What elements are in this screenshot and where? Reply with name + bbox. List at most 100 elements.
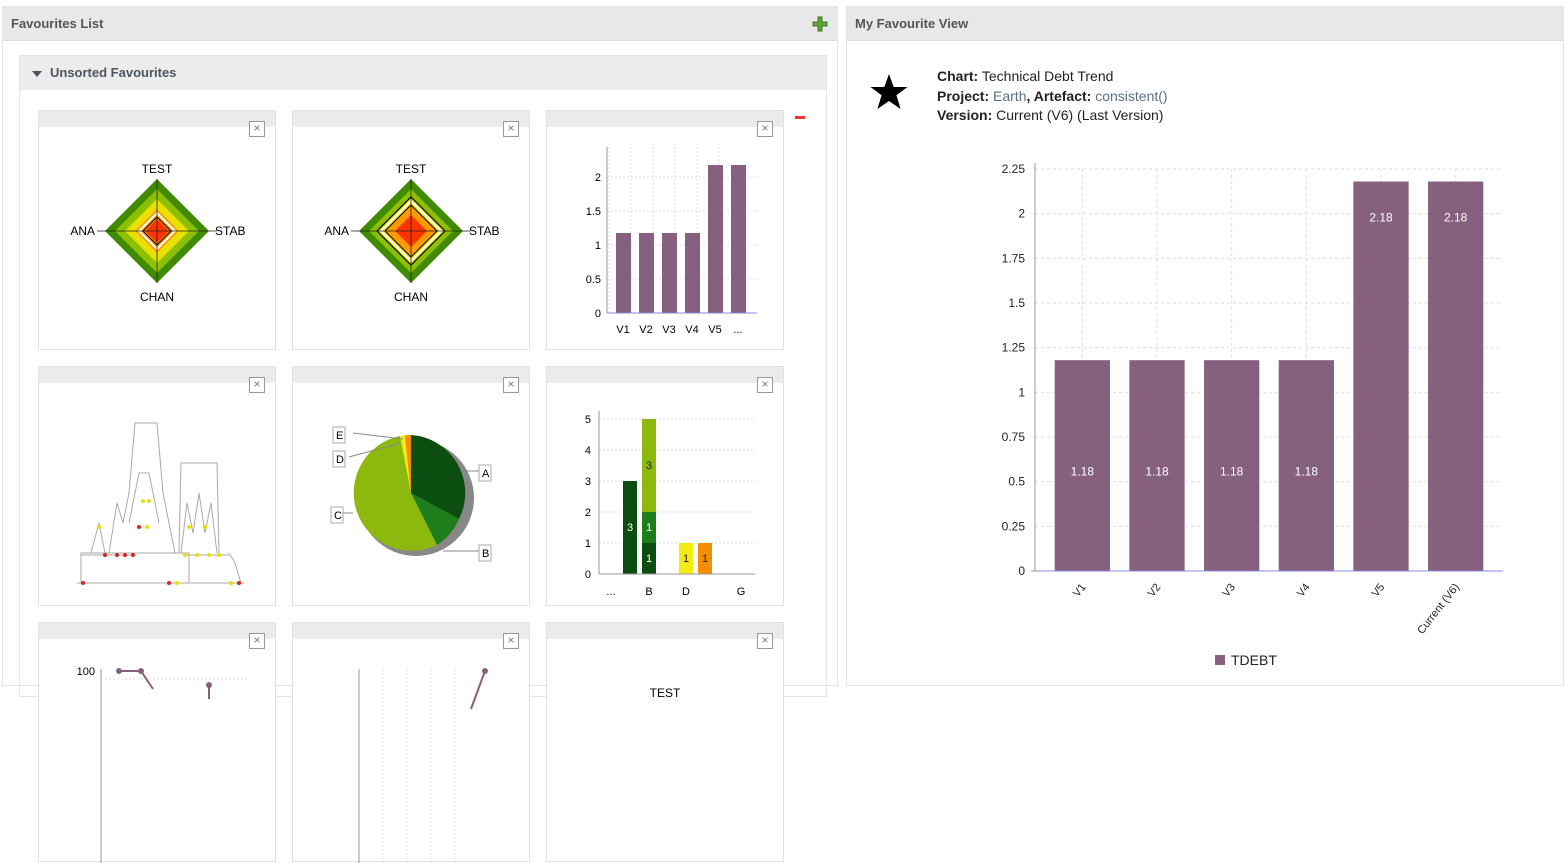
stacked-xtick: D <box>682 586 690 598</box>
mini-ytick: 2 <box>595 172 601 184</box>
bar-value-label: 2.18 <box>1369 211 1393 225</box>
version-value: Current (V6) (Last Version) <box>996 107 1164 123</box>
x-tick-label: V2 <box>1146 581 1164 599</box>
card-title-bar <box>547 111 783 127</box>
favourites-panel: Favourites List Unsorted Favourites × TE… <box>2 6 838 863</box>
y-tick-label: 1.25 <box>1002 341 1026 355</box>
stacked-bar-chart: 3 3 1 1 1 1 0 1 2 3 4 5 ... B D G <box>585 411 755 598</box>
y-tick-label: 1 <box>1018 385 1025 399</box>
favourite-card-stacked-bar[interactable]: × 3 3 1 1 1 1 0 1 2 3 4 5 ... B D G <box>546 366 784 606</box>
stacked-value: 1 <box>646 522 652 534</box>
y-tick-label: 1.5 <box>1008 296 1025 310</box>
mini-xtick: V2 <box>639 324 652 336</box>
remove-icon[interactable] <box>795 116 805 119</box>
mini-ytick: 1 <box>595 240 601 252</box>
mini-ytick: 1.5 <box>586 206 601 218</box>
stacked-xtick: ... <box>606 586 615 598</box>
legend-label: TDEBT <box>1231 652 1277 668</box>
kiviat-label-test: TEST <box>650 686 681 700</box>
stacked-ytick: 3 <box>585 476 591 488</box>
favourites-title: Favourites List <box>11 16 104 31</box>
kiviat-label-stab: STAB <box>215 224 245 238</box>
line-chart-2 <box>358 668 488 863</box>
version-label: Version: <box>937 107 993 123</box>
bar-value-label: 1.18 <box>1071 465 1095 479</box>
y-tick-label: 0.5 <box>1008 475 1025 489</box>
favourite-view-header: My Favourite View <box>847 7 1563 41</box>
stacked-ytick: 2 <box>585 507 591 519</box>
favourite-card-pie[interactable]: × A B C D E <box>292 366 530 606</box>
line-ytick: 100 <box>77 666 95 678</box>
stacked-value: 3 <box>646 460 652 472</box>
project-link[interactable]: Earth <box>993 88 1026 104</box>
favourite-metadata: Chart: Technical Debt Trend Project: Ear… <box>937 68 1168 123</box>
favourite-view-panel: My Favourite View Chart: Technical Debt … <box>846 6 1564 686</box>
group-title: Unsorted Favourites <box>50 65 177 80</box>
stacked-value: 1 <box>683 553 689 565</box>
favourite-card-technical-debt[interactable]: × 0 0.5 1 1.5 2 V1 V2 V3 V4 V5 ... <box>546 110 784 350</box>
card-title-bar <box>547 623 783 639</box>
mini-bar-chart: 0 0.5 1 1.5 2 V1 V2 V3 V4 V5 ... <box>586 147 757 336</box>
stacked-value: 1 <box>646 553 652 565</box>
mini-ytick: 0.5 <box>586 274 601 286</box>
bar-value-label: 1.18 <box>1295 465 1319 479</box>
kiviat-chart: TEST ANA STAB CHAN <box>324 162 499 304</box>
pie-label-a: A <box>482 468 490 480</box>
stacked-value: 1 <box>702 553 708 565</box>
y-tick-label: 1.75 <box>1002 251 1026 265</box>
mini-xtick: V1 <box>616 324 629 336</box>
y-tick-label: 0 <box>1018 564 1025 578</box>
pie-label-e: E <box>336 430 343 442</box>
technical-debt-chart: 0 0.25 0.5 0.75 1 1.25 1.5 1.75 2 2.25 1.18 V1 1.18 V… <box>1002 162 1503 668</box>
stacked-xtick: B <box>645 586 652 598</box>
y-tick-label: 2 <box>1018 207 1025 221</box>
favourite-card-kiviat-1[interactable]: × TEST ANA STAB CHAN <box>38 110 276 350</box>
favourite-card-line-2[interactable]: × <box>292 622 530 863</box>
bar <box>1428 181 1484 572</box>
mini-xtick: V4 <box>685 324 698 336</box>
kiviat-label-stab: STAB <box>469 224 499 238</box>
pie-label-d: D <box>336 454 344 466</box>
x-tick-label: V1 <box>1071 581 1089 599</box>
stacked-ytick: 1 <box>585 538 591 550</box>
y-tick-label: 2.25 <box>1002 162 1026 176</box>
kiviat-label-test: TEST <box>396 162 427 176</box>
kiviat-label-chan: CHAN <box>140 290 174 304</box>
stacked-ytick: 0 <box>585 569 591 581</box>
x-tick-label: V5 <box>1370 581 1388 599</box>
card-title-bar <box>39 367 275 383</box>
card-title-bar <box>547 367 783 383</box>
pie-label-b: B <box>482 548 489 560</box>
dependency-tree-chart <box>77 422 244 585</box>
favourite-card-tree[interactable]: × <box>38 366 276 606</box>
mini-xtick: V3 <box>662 324 675 336</box>
stacked-value: 3 <box>627 522 633 534</box>
y-tick-label: 0.75 <box>1002 430 1026 444</box>
chart-label: Chart: <box>937 68 979 84</box>
card-title-bar <box>293 111 529 127</box>
kiviat-label-chan: CHAN <box>394 290 428 304</box>
collapse-triangle-icon[interactable] <box>32 70 42 77</box>
favourites-header: Favourites List <box>3 7 837 41</box>
star-icon[interactable] <box>869 73 909 111</box>
card-title-bar <box>39 623 275 639</box>
artefact-label: Artefact: <box>1033 87 1092 104</box>
kiviat-chart-cropped: TEST <box>650 686 681 700</box>
favourite-view-title: My Favourite View <box>855 16 969 31</box>
bar-value-label: 1.18 <box>1220 465 1244 479</box>
add-icon[interactable] <box>811 15 829 33</box>
bar <box>1353 181 1409 572</box>
stacked-ytick: 4 <box>585 445 591 457</box>
artefact-link[interactable]: consistent() <box>1095 88 1167 104</box>
favourite-card-line[interactable]: × 100 <box>38 622 276 863</box>
kiviat-chart: TEST ANA STAB CHAN <box>70 162 245 304</box>
mini-xtick: V5 <box>708 324 721 336</box>
favourite-card-kiviat-3[interactable]: × TEST <box>546 622 784 862</box>
favourite-card-kiviat-2[interactable]: × TEST ANA STAB CHAN <box>292 110 530 350</box>
card-title-bar <box>293 367 529 383</box>
group-header[interactable]: Unsorted Favourites <box>20 56 826 90</box>
line-chart: 100 <box>77 666 249 863</box>
x-tick-label: V3 <box>1220 581 1238 599</box>
mini-xtick: ... <box>733 324 742 336</box>
kiviat-label-ana: ANA <box>324 224 349 238</box>
